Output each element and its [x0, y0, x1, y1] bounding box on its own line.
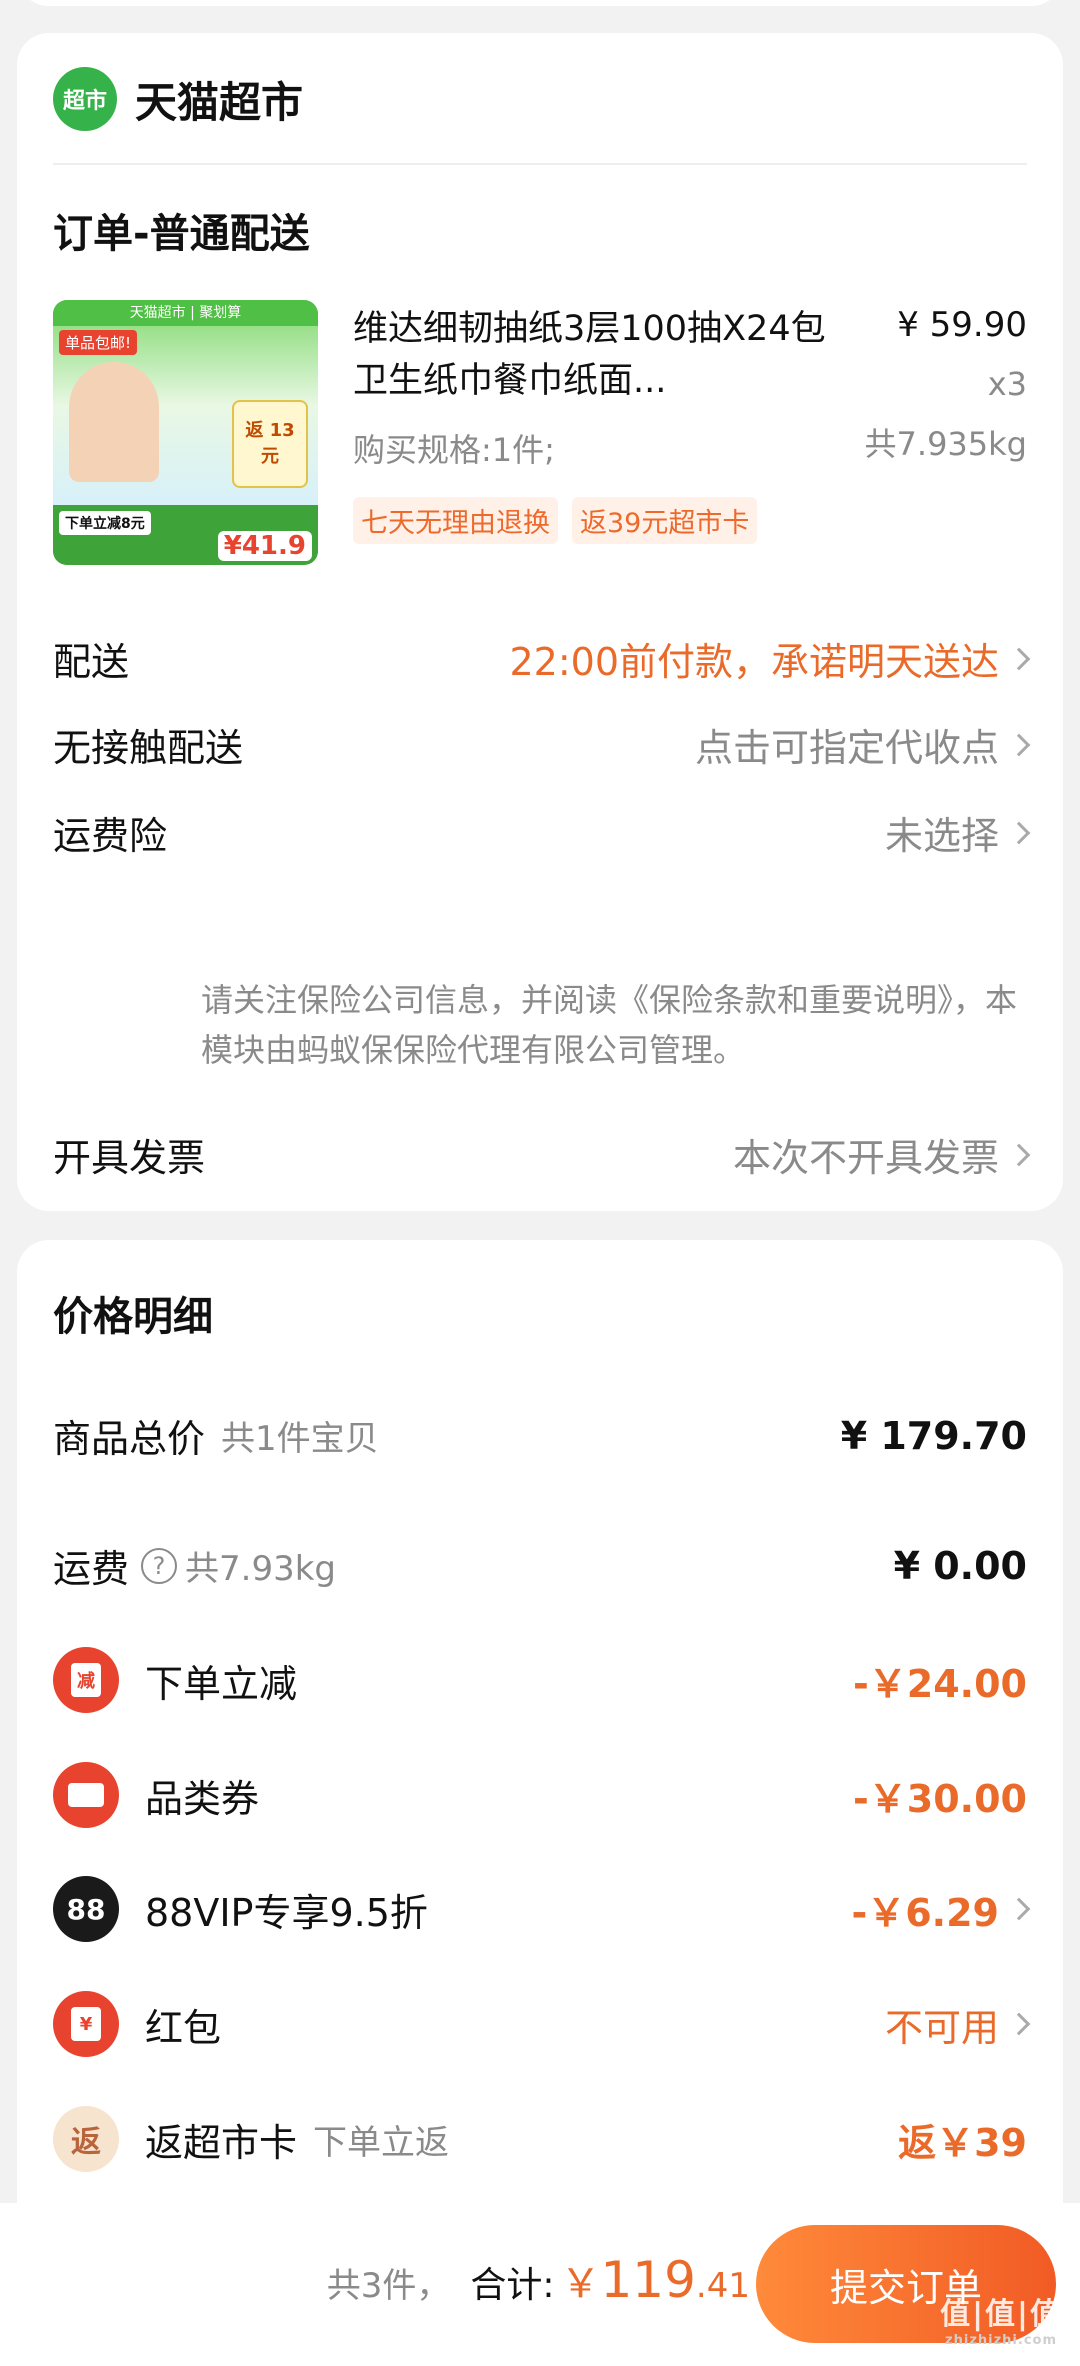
insurance-value: 未选择: [884, 805, 1031, 860]
product-image-promo: 下单立减8元: [59, 511, 151, 535]
delivery-row[interactable]: 配送 22:00前付款，承诺明天送达: [53, 631, 1031, 686]
market-card-label: 返超市卡: [145, 2120, 298, 2165]
product-image[interactable]: 天猫超市 | 聚划算 单品包邮! 返 13 元 下单立减8元 ¥41.9: [53, 300, 318, 565]
cashback-icon: 返: [53, 2106, 119, 2172]
shipping-insurance-row[interactable]: 运费险 未选择: [53, 805, 1031, 860]
chevron-right-icon: [1007, 1143, 1031, 1166]
previous-card: [17, 0, 1063, 6]
delivery-label: 配送: [53, 640, 130, 684]
subtotal-count: 共1件宝贝: [221, 1419, 379, 1459]
chevron-right-icon: [1007, 2012, 1031, 2036]
insurance-label: 运费险: [53, 814, 168, 858]
shipping-fee-row: 运费 ? 共7.93kg ¥ 0.00: [53, 1538, 1027, 1593]
vip-discount-amount: -￥6.29: [851, 1882, 1031, 1937]
shipping-fee-amount: ¥ 0.00: [893, 1543, 1027, 1588]
subtotal-row: 商品总价 共1件宝贝 ¥ 179.70: [53, 1408, 1027, 1463]
instant-discount-row: 减 下单立减 -￥24.00: [53, 1647, 1027, 1713]
cashback-tag: 返39元超市卡: [572, 497, 758, 544]
order-card: 超市 天猫超市 订单-普通配送 天猫超市 | 聚划算 单品包邮! 返 13 元 …: [17, 33, 1063, 1211]
contactless-label: 无接触配送: [53, 726, 244, 770]
product-image-price: ¥41.9: [217, 531, 312, 561]
insurance-value-text: 未选择: [884, 814, 999, 858]
invoice-value-text: 本次不开具发票: [732, 1136, 999, 1180]
divider: [53, 163, 1027, 165]
total-currency: ￥: [560, 2261, 601, 2307]
total-integer: 119: [600, 2251, 696, 2309]
market-card-amount: 返￥39: [898, 2120, 1027, 2165]
order-summary: 共3件， 合计: ￥ 119 .41: [327, 2251, 750, 2309]
red-packet-row[interactable]: ¥ 红包 不可用: [53, 1991, 1031, 2057]
chevron-right-icon: [1007, 1897, 1031, 1921]
product-image-banner: 天猫超市 | 聚划算: [53, 300, 318, 326]
category-coupon-row: 品类券 -￥30.00: [53, 1762, 1027, 1828]
price-detail-title: 价格明细: [53, 1294, 213, 1340]
invoice-row[interactable]: 开具发票 本次不开具发票: [53, 1127, 1031, 1182]
discount-icon: 减: [53, 1647, 119, 1713]
product-weight: 共7.935kg: [864, 425, 1027, 463]
market-card-sub: 下单立返: [313, 2122, 450, 2163]
watermark: 值|值|值 zhizhizhi.com: [940, 2289, 1062, 2348]
ticket-shape: [68, 1783, 104, 1807]
insurance-note[interactable]: 请关注保险公司信息，并阅读《保险条款和重要说明》，本模块由蚂蚁保保险代理有限公司…: [201, 975, 1021, 1075]
market-card-row: 返 返超市卡 下单立返 返￥39: [53, 2106, 1027, 2172]
return-policy-tag: 七天无理由退换: [353, 497, 558, 544]
subtotal-amount: ¥ 179.70: [840, 1413, 1027, 1458]
red-packet-status: 不可用: [884, 1997, 1031, 2052]
coupon-icon: [53, 1762, 119, 1828]
product-image-tag: 返 13 元: [232, 400, 308, 488]
category-coupon-label: 品类券: [145, 1776, 260, 1821]
watermark-text: 值|值|值: [940, 2297, 1062, 2332]
product-quantity: x3: [987, 365, 1027, 403]
invoice-label: 开具发票: [53, 1136, 206, 1180]
shop-header[interactable]: 超市 天猫超市: [53, 67, 303, 131]
red-packet-label: 红包: [145, 2005, 222, 2050]
product-title[interactable]: 维达细韧抽纸3层100抽X24包卫生纸巾餐巾纸面...: [353, 303, 833, 407]
price-detail-card: 价格明细 商品总价 共1件宝贝 ¥ 179.70 运费 ? 共7.93kg ¥ …: [17, 1240, 1063, 2240]
vip-88-icon: 88: [53, 1876, 119, 1942]
shipping-weight: 共7.93kg: [185, 1549, 336, 1589]
chevron-right-icon: [1007, 647, 1031, 670]
checkout-bar: 共3件， 合计: ￥ 119 .41 提交订单 值|值|值 zhizhizhi.…: [0, 2203, 1080, 2366]
vip-discount-row[interactable]: 88 88VIP专享9.5折 -￥6.29: [53, 1876, 1031, 1942]
red-packet-status-text: 不可用: [884, 2005, 999, 2050]
contactless-value-text: 点击可指定代收点: [694, 726, 999, 770]
vip-discount-amount-text: -￥6.29: [851, 1890, 999, 1935]
product-image-person: [69, 362, 159, 482]
vip-discount-label: 88VIP专享9.5折: [145, 1890, 428, 1935]
shop-name: 天猫超市: [135, 77, 304, 127]
delivery-value: 22:00前付款，承诺明天送达: [509, 631, 1031, 686]
category-coupon-amount: -￥30.00: [853, 1776, 1027, 1821]
chevron-right-icon: [1007, 733, 1031, 756]
product-spec: 购买规格:1件;: [353, 431, 555, 469]
total-decimal: .41: [695, 2266, 750, 2306]
product-price: ¥ 59.90: [897, 305, 1027, 345]
contactless-value: 点击可指定代收点: [694, 717, 1031, 772]
shipping-fee-label: 运费: [53, 1547, 130, 1591]
contactless-delivery-row[interactable]: 无接触配送 点击可指定代收点: [53, 717, 1031, 772]
subtotal-label: 商品总价: [53, 1417, 206, 1461]
order-type-title: 订单-普通配送: [53, 211, 310, 257]
red-packet-icon: ¥: [53, 1991, 119, 2057]
instant-discount-label: 下单立减: [145, 1661, 298, 1706]
chevron-right-icon: [1007, 821, 1031, 844]
help-icon[interactable]: ?: [141, 1547, 178, 1584]
product-tags: 七天无理由退换 返39元超市卡: [353, 497, 758, 544]
watermark-url: zhizhizhi.com: [945, 2333, 1058, 2348]
discount-icon-glyph: 减: [71, 1663, 101, 1697]
item-count: 共3件，: [326, 2266, 451, 2306]
red-packet-glyph: ¥: [71, 2007, 101, 2041]
product-image-badge: 单品包邮!: [59, 330, 138, 355]
instant-discount-amount: -￥24.00: [853, 1661, 1027, 1706]
total-label: 合计:: [470, 2265, 555, 2306]
invoice-value: 本次不开具发票: [732, 1127, 1031, 1182]
shop-logo: 超市: [53, 67, 117, 131]
delivery-value-text: 22:00前付款，承诺明天送达: [509, 640, 999, 684]
